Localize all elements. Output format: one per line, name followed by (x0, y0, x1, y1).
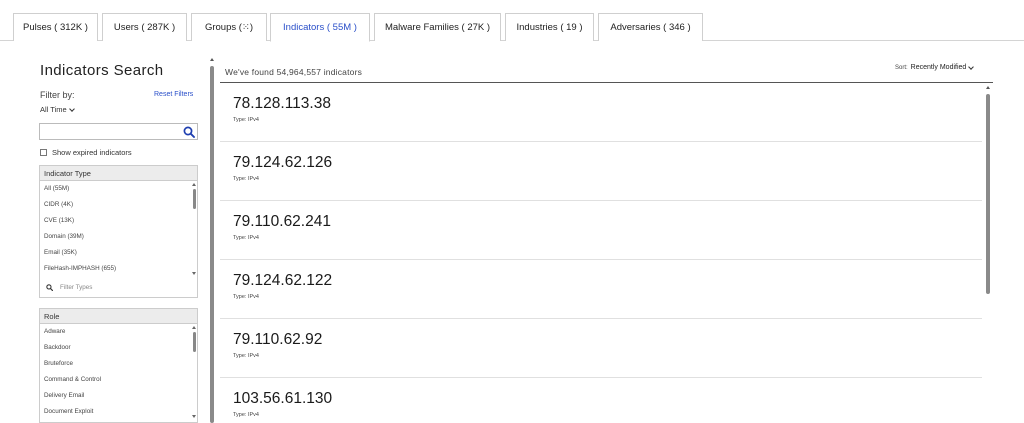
list-item[interactable]: Backdoor (40, 340, 197, 356)
sort-label: Sort: (895, 64, 908, 71)
indicator-type: Type: IPv4 (233, 117, 259, 123)
reset-filters-link[interactable]: Reset Filters (154, 91, 193, 98)
indicator-type: Type: IPv4 (233, 353, 259, 359)
list-item[interactable]: FileHash-IMPHASH (655) (40, 261, 197, 277)
tab-adversaries[interactable]: Adversaries ( 346 ) (598, 13, 703, 41)
role-header: Role (40, 309, 197, 324)
indicator-value[interactable]: 79.110.62.241 (233, 213, 331, 231)
sort-dropdown[interactable]: Sort: Recently Modified (895, 63, 975, 71)
list-item[interactable]: Email (35K) (40, 245, 197, 261)
search-icon[interactable] (183, 126, 195, 138)
indicator-value[interactable]: 79.124.62.126 (233, 154, 332, 172)
tab-malware-families[interactable]: Malware Families ( 27K ) (374, 13, 501, 41)
tab-groups[interactable]: Groups (⁙) (191, 13, 267, 41)
filter-types-placeholder: Filter Types (60, 284, 93, 291)
chevron-down-icon (68, 105, 75, 112)
scroll-up-icon[interactable] (986, 86, 990, 89)
list-item[interactable]: 79.110.62.92 Type: IPv4 (220, 319, 982, 378)
show-expired-checkbox[interactable]: Show expired indicators (40, 148, 132, 157)
time-filter-label: All Time (40, 105, 67, 114)
scrollbar[interactable] (210, 66, 214, 423)
scrollbar[interactable] (193, 332, 196, 352)
list-item[interactable]: 103.56.61.130 Type: IPv4 (220, 378, 982, 423)
list-item[interactable]: Command & Control (40, 372, 197, 388)
list-item[interactable]: Document Exploit (40, 404, 197, 420)
indicator-value[interactable]: 103.56.61.130 (233, 390, 332, 408)
time-filter-dropdown[interactable]: All Time (40, 105, 75, 114)
tab-users[interactable]: Users ( 287K ) (102, 13, 187, 41)
indicator-value[interactable]: 79.110.62.92 (233, 331, 322, 349)
checkbox[interactable] (40, 149, 47, 156)
list-item[interactable]: CIDR (4K) (40, 197, 197, 213)
tab-bar: Pulses ( 312K ) Users ( 287K ) Groups (⁙… (0, 0, 1024, 42)
scrollbar[interactable] (193, 189, 196, 209)
page-title: Indicators Search (40, 62, 164, 79)
list-item[interactable]: 79.124.62.126 Type: IPv4 (220, 142, 982, 201)
scroll-up-icon[interactable] (192, 326, 196, 329)
scroll-down-icon[interactable] (192, 415, 196, 418)
scroll-up-icon[interactable] (192, 183, 196, 186)
indicator-type: Type: IPv4 (233, 235, 259, 241)
scroll-up-icon[interactable] (210, 58, 214, 61)
indicator-type: Type: IPv4 (233, 176, 259, 182)
indicator-value[interactable]: 78.128.113.38 (233, 95, 331, 113)
sort-value: Recently Modified (910, 64, 967, 71)
results-count: We've found 54,964,557 indicators (225, 67, 363, 77)
scrollbar[interactable] (986, 94, 990, 294)
indicator-type: Type: IPv4 (233, 294, 259, 300)
search-input[interactable] (39, 123, 198, 140)
tab-indicators[interactable]: Indicators ( 55M ) (270, 13, 370, 42)
filter-types-input[interactable]: Filter Types (39, 278, 198, 298)
role-filter: Role Adware Backdoor Bruteforce Command … (39, 308, 198, 423)
list-item[interactable]: 79.110.62.241 Type: IPv4 (220, 201, 982, 260)
chevron-down-icon (968, 63, 975, 70)
scroll-down-icon[interactable] (192, 272, 196, 275)
list-item[interactable]: Bruteforce (40, 356, 197, 372)
indicator-type-filter: Indicator Type All (55M) CIDR (4K) CVE (… (39, 165, 198, 279)
list-item[interactable]: Domain (39M) (40, 229, 197, 245)
indicator-type: Type: IPv4 (233, 412, 259, 418)
list-item[interactable]: Adware (40, 324, 197, 340)
list-item[interactable]: Delivery Email (40, 388, 197, 404)
filter-by-label: Filter by: (40, 90, 75, 100)
search-icon (46, 284, 53, 291)
list-item[interactable]: CVE (13K) (40, 213, 197, 229)
indicator-type-header: Indicator Type (40, 166, 197, 181)
list-item[interactable]: 78.128.113.38 Type: IPv4 (220, 83, 982, 142)
list-item[interactable]: All (55M) (40, 181, 197, 197)
tab-pulses[interactable]: Pulses ( 312K ) (13, 13, 98, 41)
list-item[interactable]: 79.124.62.122 Type: IPv4 (220, 260, 982, 319)
tab-industries[interactable]: Industries ( 19 ) (505, 13, 594, 41)
indicator-value[interactable]: 79.124.62.122 (233, 272, 332, 290)
show-expired-label: Show expired indicators (52, 148, 132, 157)
